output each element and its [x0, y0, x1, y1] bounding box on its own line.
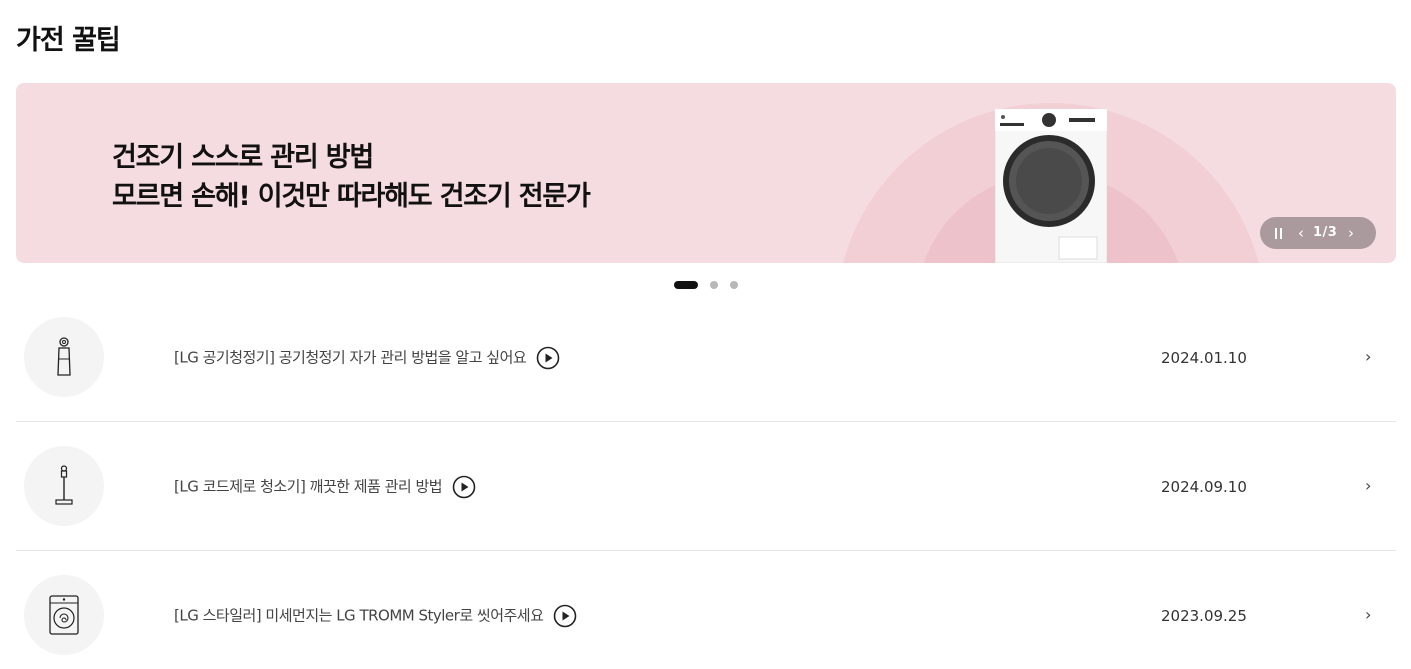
dryer-illustration [995, 109, 1107, 263]
tip-row[interactable]: [LG 공기청정기] 공기청정기 자가 관리 방법을 알고 싶어요 2024.0… [16, 293, 1396, 422]
chevron-right-icon[interactable]: › [1348, 224, 1354, 242]
section-title: 가전 꿀팁 [16, 25, 121, 56]
play-circle-icon[interactable] [536, 346, 560, 370]
stick-vacuum-icon [24, 446, 104, 526]
play-circle-icon[interactable] [553, 604, 577, 628]
pagination-dot-2[interactable] [710, 281, 718, 289]
tip-title-row[interactable]: [LG 코드제로 청소기] 깨끗한 제품 관리 방법 [174, 475, 476, 499]
chevron-right-icon[interactable]: › [1365, 605, 1371, 624]
tip-date: 2023.09.25 [1161, 607, 1247, 625]
tip-row[interactable]: [LG 코드제로 청소기] 깨끗한 제품 관리 방법 2024.09.10 › [16, 422, 1396, 551]
pause-icon[interactable] [1274, 228, 1284, 239]
tip-row[interactable]: [LG 스타일러] 미세먼지는 LG TROMM Styler로 씻어주세요 2… [16, 551, 1396, 669]
chevron-right-icon[interactable]: › [1365, 476, 1371, 495]
tip-title: [LG 스타일러] 미세먼지는 LG TROMM Styler로 씻어주세요 [174, 606, 544, 625]
banner-subtitle: 모르면 손해! 이것만 따라해도 건조기 전문가 [112, 181, 591, 212]
banner-title: 건조기 스스로 관리 방법 [112, 142, 374, 173]
tip-title-row[interactable]: [LG 스타일러] 미세먼지는 LG TROMM Styler로 씻어주세요 [174, 604, 577, 628]
tip-title: [LG 코드제로 청소기] 깨끗한 제품 관리 방법 [174, 477, 443, 496]
tip-title-row[interactable]: [LG 공기청정기] 공기청정기 자가 관리 방법을 알고 싶어요 [174, 346, 560, 370]
tip-date: 2024.01.10 [1161, 349, 1247, 367]
air-purifier-icon [24, 317, 104, 397]
banner-controls: ‹ 1/3 › [1260, 217, 1376, 249]
tip-title: [LG 공기청정기] 공기청정기 자가 관리 방법을 알고 싶어요 [174, 348, 527, 367]
pagination-dot-3[interactable] [730, 281, 738, 289]
chevron-left-icon[interactable]: ‹ [1298, 224, 1304, 242]
styler-icon [24, 575, 104, 655]
pagination-dot-1[interactable] [674, 281, 698, 289]
tip-date: 2024.09.10 [1161, 478, 1247, 496]
play-circle-icon[interactable] [452, 475, 476, 499]
chevron-right-icon[interactable]: › [1365, 347, 1371, 366]
slide-counter: 1/3 [1313, 225, 1338, 240]
promo-banner[interactable]: 건조기 스스로 관리 방법 모르면 손해! 이것만 따라해도 건조기 전문가 ‹… [16, 83, 1396, 263]
